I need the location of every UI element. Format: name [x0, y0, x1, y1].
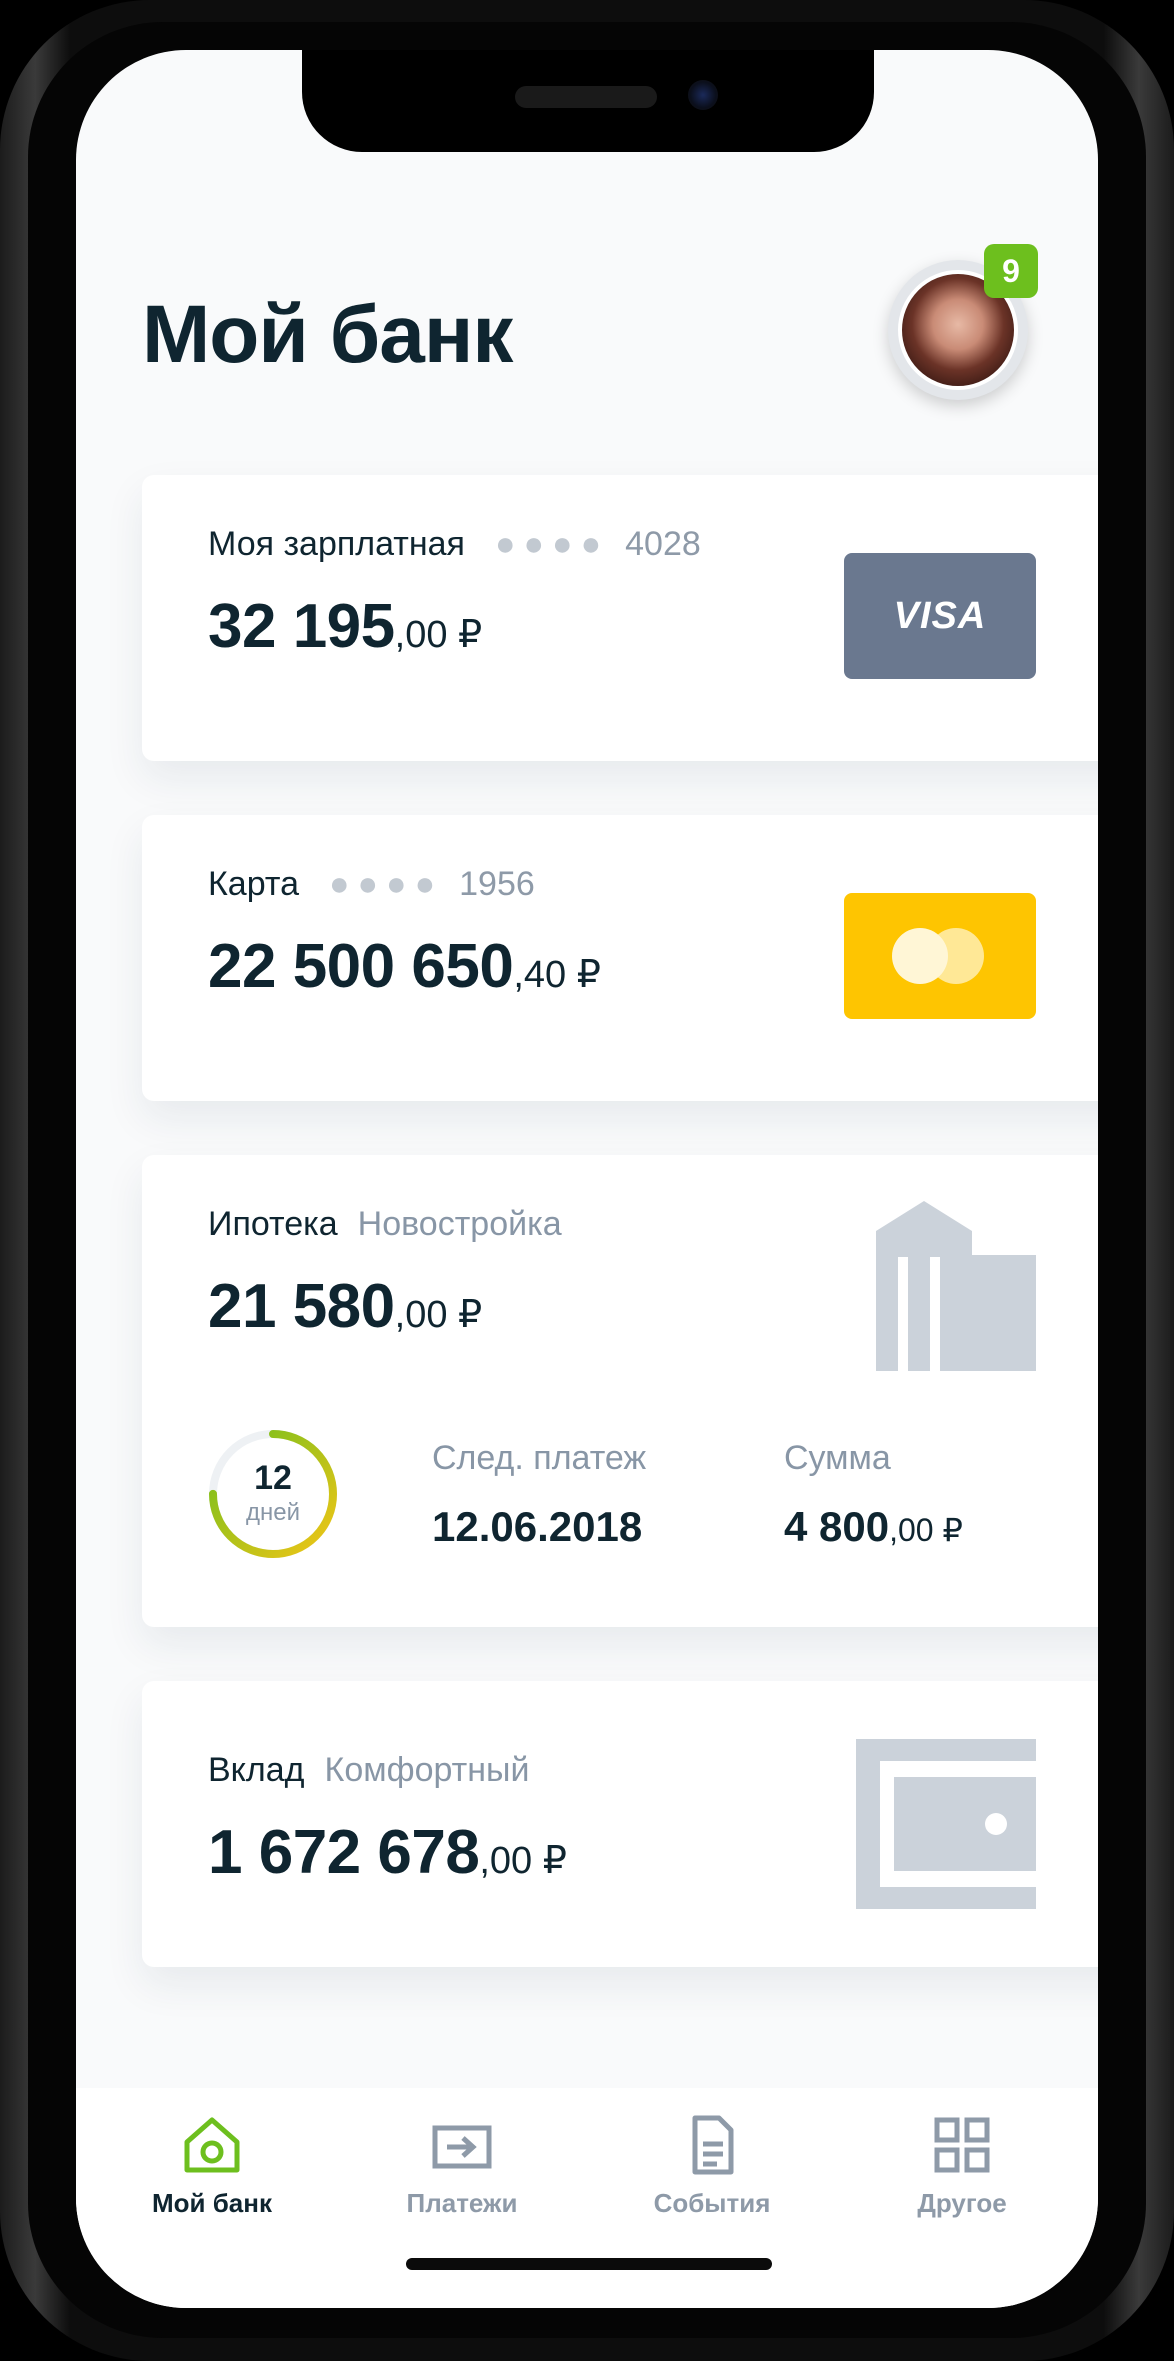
card-title: Ипотека — [208, 1205, 338, 1243]
tab-payments[interactable]: Платежи — [362, 2114, 562, 2219]
mastercard-icon — [844, 893, 1036, 1019]
days-left-unit: дней — [245, 1499, 300, 1526]
document-icon — [692, 2115, 734, 2175]
card-title-row: Карта ●●●● 1956 — [208, 865, 535, 904]
payments-icon — [432, 2125, 492, 2169]
page-title: Мой банк — [142, 289, 513, 380]
balance-fraction: ,00 ₽ — [394, 614, 483, 656]
tab-label: События — [653, 2188, 771, 2218]
card-title: Карта — [208, 865, 299, 903]
salary-card[interactable]: Моя зарплатная ●●●● 4028 32 195,00 ₽ VISA — [142, 475, 1098, 761]
card-title: Моя зарплатная — [208, 525, 465, 563]
card-title-row: Ипотека Новостройка — [208, 1205, 562, 1244]
bank-building-icon — [876, 1201, 1036, 1371]
masked-dots: ●●●● — [494, 525, 610, 563]
tab-label: Платежи — [406, 2188, 518, 2218]
days-left-number: 12 — [254, 1459, 292, 1497]
visa-logo: VISA — [844, 553, 1036, 679]
notification-badge[interactable]: 9 — [984, 244, 1038, 298]
card-balance: 22 500 650,40 ₽ — [208, 931, 601, 1002]
notch — [302, 50, 874, 152]
balance-main: 32 195 — [208, 592, 395, 661]
tab-my-bank[interactable]: Мой банк — [112, 2114, 312, 2219]
balance-main: 21 580 — [208, 1272, 395, 1341]
card-subtitle: Комфортный — [324, 1751, 530, 1789]
deposit-card[interactable]: Вклад Комфортный 1 672 678,00 ₽ — [142, 1681, 1098, 1967]
balance-fraction: ,00 ₽ — [479, 1840, 567, 1882]
deposit-balance: 1 672 678,00 ₽ — [208, 1817, 567, 1888]
card-subtitle: Новостройка — [357, 1205, 562, 1243]
safe-icon — [856, 1739, 1036, 1909]
sum-main: 4 800 — [784, 1503, 890, 1550]
card-title: Вклад — [208, 1751, 305, 1789]
next-payment-label: След. платеж — [432, 1439, 647, 1477]
tab-events[interactable]: События — [612, 2114, 812, 2219]
days-left-ring: 12 дней — [206, 1427, 340, 1561]
sum-value: 4 800,00 ₽ — [784, 1503, 963, 1551]
balance-fraction: ,40 ₽ — [513, 954, 601, 996]
bottom-tab-bar: Мой банк Платежи События Другое — [76, 2088, 1098, 2308]
card-1956[interactable]: Карта ●●●● 1956 22 500 650,40 ₽ — [142, 815, 1098, 1101]
card-balance: 32 195,00 ₽ — [208, 591, 482, 662]
mortgage-card[interactable]: Ипотека Новостройка 21 580,00 ₽ 12 дней … — [142, 1155, 1098, 1627]
tab-other[interactable]: Другое — [862, 2114, 1062, 2219]
balance-main: 22 500 650 — [208, 932, 514, 1001]
next-payment-date: 12.06.2018 — [432, 1503, 643, 1550]
home-indicator[interactable] — [406, 2258, 772, 2270]
masked-dots: ●●●● — [328, 865, 444, 903]
balance-fraction: ,00 ₽ — [394, 1294, 483, 1336]
card-last-digits: 4028 — [625, 525, 701, 563]
card-title-row: Моя зарплатная ●●●● 4028 — [208, 525, 701, 564]
card-title-row: Вклад Комфортный — [208, 1751, 529, 1790]
card-last-digits: 1956 — [459, 865, 535, 903]
balance-main: 1 672 678 — [208, 1818, 480, 1887]
tab-label: Мой банк — [152, 2188, 272, 2218]
tab-label: Другое — [917, 2188, 1007, 2218]
sum-fraction: ,00 ₽ — [889, 1512, 963, 1548]
mastercard-circle-right — [928, 928, 984, 984]
mortgage-balance: 21 580,00 ₽ — [208, 1271, 482, 1342]
sum-label: Сумма — [784, 1439, 891, 1477]
speaker — [515, 86, 657, 108]
home-icon — [184, 2117, 240, 2173]
front-camera — [688, 80, 718, 110]
grid-icon — [934, 2117, 990, 2173]
screen: Мой банк 9 Моя зарплатная ●●●● 4028 32 195… — [76, 50, 1098, 2308]
